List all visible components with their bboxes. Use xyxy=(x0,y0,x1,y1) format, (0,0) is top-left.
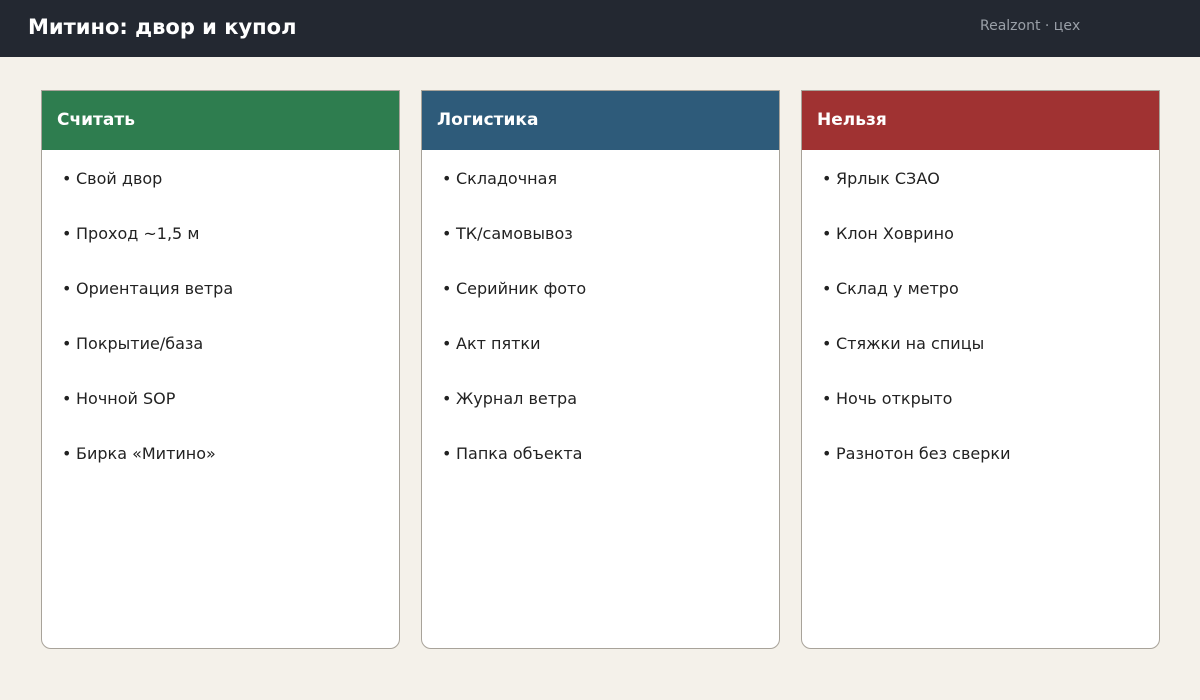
list-item: • Ночной SOP xyxy=(62,390,399,445)
column-card-logistics: Логистика • Складочная • ТК/самовывоз • Сер… xyxy=(421,90,780,649)
top-bar: Митино: двор и купол Realzont · цех xyxy=(0,0,1200,57)
bullet-icon: • xyxy=(822,334,832,353)
list-item-text: Покрытие/база xyxy=(76,334,204,353)
list-item: • Акт пятки xyxy=(442,335,779,390)
list-item-text: Акт пятки xyxy=(456,334,541,353)
column-header: Считать xyxy=(42,91,399,150)
list-item-text: Склад у метро xyxy=(836,279,959,298)
list-item-text: Бирка «Митино» xyxy=(76,444,216,463)
list-item-text: Стяжки на спицы xyxy=(836,334,985,353)
list-item: • Стяжки на спицы xyxy=(822,335,1159,390)
list-item: • Серийник фото xyxy=(442,280,779,335)
list-item-text: Журнал ветра xyxy=(456,389,577,408)
bullet-icon: • xyxy=(822,279,832,298)
bullet-icon: • xyxy=(62,444,72,463)
bullet-icon: • xyxy=(442,169,452,188)
bullet-icon: • xyxy=(822,444,832,463)
column-header: Нельзя xyxy=(802,91,1159,150)
list-item-text: Ночной SOP xyxy=(76,389,176,408)
bullet-icon: • xyxy=(442,444,452,463)
list-item-text: Ориентация ветра xyxy=(76,279,234,298)
list-item: • Разнотон без сверки xyxy=(822,445,1159,500)
bullet-icon: • xyxy=(442,389,452,408)
bullet-icon: • xyxy=(62,169,72,188)
list-item: • Складочная xyxy=(442,170,779,225)
list-item-text: Проход ~1,5 м xyxy=(76,224,200,243)
bullet-icon: • xyxy=(442,334,452,353)
list-item-text: Свой двор xyxy=(76,169,163,188)
list-item-text: Серийник фото xyxy=(456,279,587,298)
list-item-text: ТК/самовывоз xyxy=(456,224,573,243)
bullet-icon: • xyxy=(62,224,72,243)
column-card-count: Считать • Свой двор • Проход ~1,5 м • Ориен… xyxy=(41,90,400,649)
bullet-icon: • xyxy=(822,169,832,188)
list-item: • Склад у метро xyxy=(822,280,1159,335)
list-item-text: Клон Ховрино xyxy=(836,224,954,243)
column-header: Логистика xyxy=(422,91,779,150)
item-list: • Ярлык СЗАО • Клон Ховрино • Склад у метро… xyxy=(802,150,1159,500)
bullet-icon: • xyxy=(442,279,452,298)
list-item: • Ярлык СЗАО xyxy=(822,170,1159,225)
bullet-icon: • xyxy=(822,224,832,243)
list-item: • Ориентация ветра xyxy=(62,280,399,335)
list-item-text: Разнотон без сверки xyxy=(836,444,1011,463)
list-item: • Свой двор xyxy=(62,170,399,225)
list-item: • Журнал ветра xyxy=(442,390,779,445)
bullet-icon: • xyxy=(62,279,72,298)
list-item: • Бирка «Митино» xyxy=(62,445,399,500)
list-item-text: Складочная xyxy=(456,169,558,188)
brand-label: Realzont · цех xyxy=(980,18,1081,34)
list-item: • Покрытие/база xyxy=(62,335,399,390)
list-item: • Клон Ховрино xyxy=(822,225,1159,280)
list-item-text: Ночь открыто xyxy=(836,389,953,408)
item-list: • Свой двор • Проход ~1,5 м • Ориентация ве… xyxy=(42,150,399,500)
bullet-icon: • xyxy=(62,334,72,353)
bullet-icon: • xyxy=(442,224,452,243)
list-item: • Папка объекта xyxy=(442,445,779,500)
list-item: • Ночь открыто xyxy=(822,390,1159,445)
item-list: • Складочная • ТК/самовывоз • Серийник фото… xyxy=(422,150,779,500)
page-title: Митино: двор и купол xyxy=(28,15,297,39)
bullet-icon: • xyxy=(62,389,72,408)
list-item-text: Папка объекта xyxy=(456,444,583,463)
bullet-icon: • xyxy=(822,389,832,408)
list-item-text: Ярлык СЗАО xyxy=(836,169,940,188)
column-card-forbidden: Нельзя • Ярлык СЗАО • Клон Ховрино • Склад … xyxy=(801,90,1160,649)
list-item: • ТК/самовывоз xyxy=(442,225,779,280)
list-item: • Проход ~1,5 м xyxy=(62,225,399,280)
